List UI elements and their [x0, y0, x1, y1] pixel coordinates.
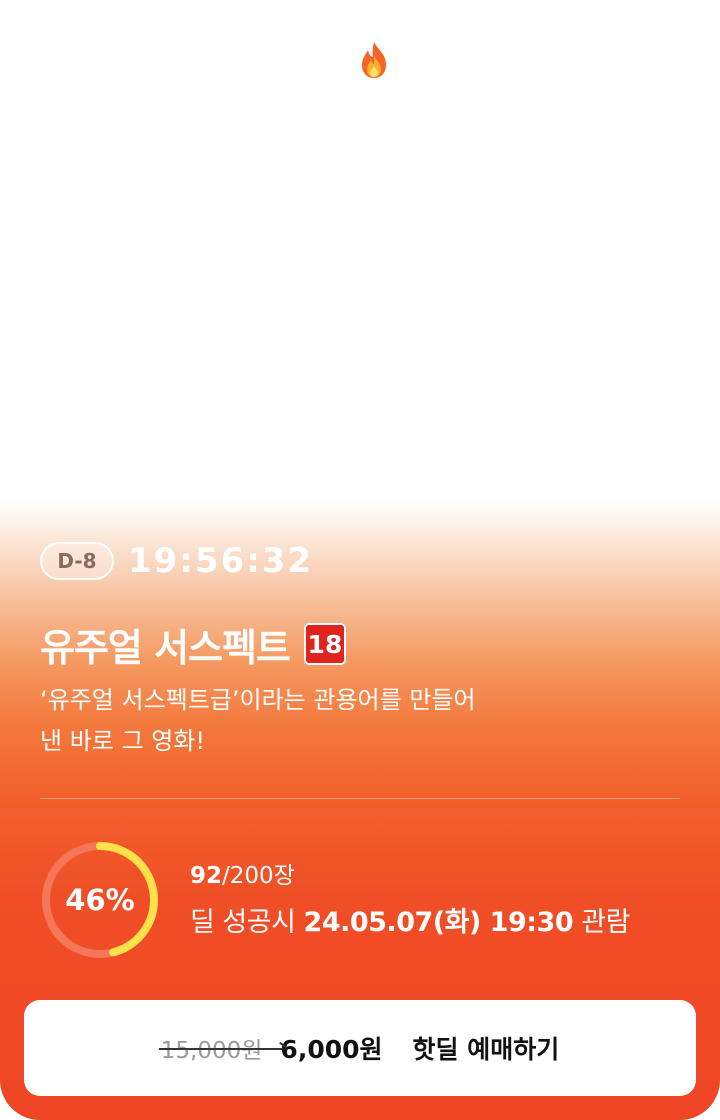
deal-condition-prefix: 딜 성공시 [190, 907, 304, 938]
show-time: 24.05.07(화) 19:30 [303, 907, 574, 938]
movie-title: 유주얼 서스펙트 [40, 625, 291, 670]
fire-icon [362, 42, 386, 78]
hotdeal-book-button[interactable]: 15,000원 6,000원 핫딜 예매하기 [24, 1000, 696, 1096]
deal-progress-ring: 46% [40, 840, 160, 960]
tickets-total: /200장 [222, 863, 295, 889]
original-price-wrap: 15,000원 [158, 1031, 283, 1065]
age-rating-badge: 18 [303, 623, 346, 665]
deal-condition-suffix: 관람 [573, 907, 630, 938]
deal-card: D-8 19:56:32 유주얼 서스펙트 18 ‘유주얼 서스펙트급’이라는 … [0, 0, 720, 1120]
movie-description: ‘유주얼 서스펙트급’이라는 관용어를 만들어낸 바로 그 영화! [40, 686, 476, 755]
divider [40, 798, 680, 799]
countdown-timer: 19:56:32 [128, 541, 314, 581]
deal-timer: D-8 19:56:32 [40, 540, 313, 582]
original-price: 15,000원 [160, 1038, 263, 1064]
tickets-sold: 92 [190, 863, 223, 889]
ticket-count: 92/200장 [190, 856, 295, 890]
price-strikethrough [158, 1048, 283, 1050]
sale-price: 6,000원 [280, 1035, 383, 1064]
progress-percent: 46% [65, 883, 135, 917]
deal-condition: 딜 성공시 24.05.07(화) 19:30 관람 [190, 900, 630, 939]
dday-badge: D-8 [40, 542, 114, 580]
movie-title-row: 유주얼 서스펙트 18 [40, 616, 346, 672]
book-button-label: 핫딜 예매하기 [412, 1035, 560, 1064]
